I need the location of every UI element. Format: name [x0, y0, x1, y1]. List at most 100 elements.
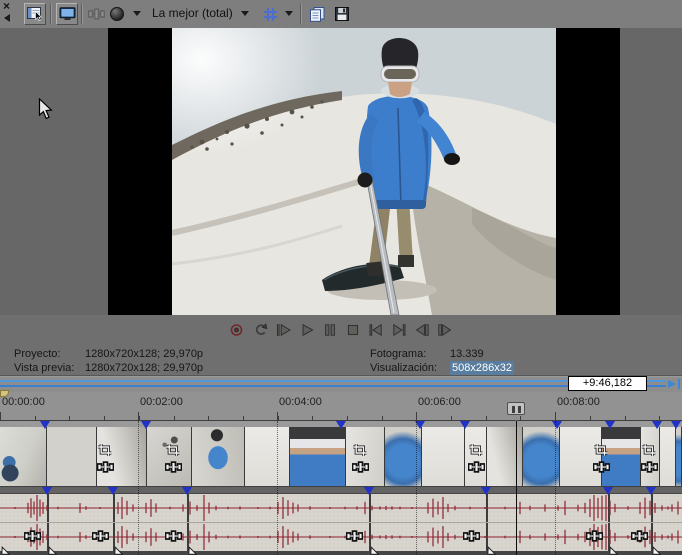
audio-event-fx[interactable] — [24, 529, 41, 547]
audio-event-fx[interactable] — [631, 529, 648, 547]
audio-event-fx[interactable] — [346, 529, 363, 547]
video-track[interactable] — [0, 421, 682, 486]
ruler-minor-tick — [520, 416, 521, 420]
save-snapshot-button[interactable] — [331, 3, 353, 25]
ruler-label: 00:08:00 — [557, 396, 600, 408]
media-marker-triangle-icon[interactable] — [364, 487, 374, 495]
preview-quality-label: La mejor (total) — [152, 6, 233, 20]
event-corner-fold-icon[interactable] — [609, 542, 618, 555]
stop-button[interactable] — [342, 318, 364, 342]
media-marker-triangle-icon[interactable] — [652, 421, 662, 429]
event-corner-fold-icon[interactable] — [1, 542, 10, 555]
grid-overlay-button[interactable] — [259, 3, 281, 25]
toolbar-separator — [81, 4, 83, 24]
media-marker-triangle-icon[interactable] — [646, 487, 656, 495]
track-view-button[interactable] — [24, 3, 46, 25]
split-screen-view-button[interactable] — [106, 3, 128, 25]
play-button[interactable] — [296, 318, 318, 342]
video-clip[interactable] — [422, 427, 465, 486]
timeline-gridline — [416, 421, 417, 555]
video-clip[interactable] — [487, 427, 523, 486]
event-fx-icon[interactable] — [24, 530, 41, 542]
event-fx-icon[interactable] — [352, 461, 369, 473]
preview-quality-dropdown[interactable]: La mejor (total) — [152, 6, 233, 20]
audio-event-fx[interactable] — [463, 529, 480, 547]
pan-crop-icon[interactable] — [593, 443, 609, 457]
event-fx-icon[interactable] — [165, 461, 182, 473]
event-fx-icon[interactable] — [593, 461, 610, 473]
media-marker-triangle-icon[interactable] — [460, 421, 470, 429]
event-corner-fold-icon[interactable] — [487, 542, 496, 555]
event-fx-icon[interactable] — [92, 530, 109, 542]
video-output-fx-button[interactable] — [85, 3, 107, 25]
event-corner-fold-icon[interactable] — [370, 542, 379, 555]
pan-crop-icon[interactable] — [97, 443, 113, 457]
event-fx-icon[interactable] — [346, 530, 363, 542]
audio-event-fx[interactable] — [165, 529, 182, 547]
scroll-right-arrow-icon[interactable] — [668, 380, 676, 388]
video-clip[interactable] — [192, 427, 245, 486]
close-icon[interactable]: × — [3, 0, 10, 12]
media-marker-triangle-icon[interactable] — [182, 487, 192, 495]
video-clip[interactable] — [245, 427, 290, 486]
external-monitor-button[interactable] — [56, 3, 78, 25]
split-screen-dropdown-arrow[interactable] — [133, 11, 141, 16]
media-marker-triangle-icon[interactable] — [605, 421, 615, 429]
playhead-line[interactable] — [516, 421, 517, 555]
loop-playback-button[interactable] — [250, 318, 272, 342]
media-marker-triangle-icon[interactable] — [603, 487, 613, 495]
previous-frame-button[interactable] — [411, 318, 433, 342]
go-to-end-button[interactable] — [388, 318, 410, 342]
video-clip[interactable] — [676, 427, 682, 486]
media-marker-triangle-icon[interactable] — [42, 487, 52, 495]
event-corner-fold-icon[interactable] — [114, 542, 123, 555]
video-clip[interactable] — [0, 427, 47, 486]
media-marker-triangle-icon[interactable] — [40, 421, 50, 429]
video-clip[interactable] — [290, 427, 346, 486]
collapse-icon[interactable] — [4, 14, 10, 22]
play-from-start-button[interactable] — [273, 318, 295, 342]
video-clip-controls — [165, 443, 183, 478]
event-corner-fold-icon[interactable] — [48, 542, 57, 555]
video-clip[interactable] — [47, 427, 97, 486]
next-frame-button[interactable] — [434, 318, 456, 342]
grid-overlay-dropdown-arrow[interactable] — [285, 11, 293, 16]
event-fx-icon[interactable] — [586, 530, 603, 542]
media-marker-triangle-icon[interactable] — [552, 421, 562, 429]
event-fx-icon[interactable] — [641, 461, 658, 473]
timeline-ruler[interactable]: 00:00:0000:02:0000:04:0000:06:0000:08:00 — [0, 392, 682, 421]
media-marker-triangle-icon[interactable] — [671, 421, 681, 429]
record-icon — [229, 323, 246, 337]
pan-crop-icon[interactable] — [165, 443, 181, 457]
audio-event-fx[interactable] — [92, 529, 109, 547]
event-fx-icon[interactable] — [468, 461, 485, 473]
media-marker-triangle-icon[interactable] — [108, 487, 118, 495]
preview-area — [0, 28, 682, 315]
event-fx-icon[interactable] — [165, 530, 182, 542]
media-marker-triangle-icon[interactable] — [141, 421, 151, 429]
event-corner-fold-icon[interactable] — [188, 542, 197, 555]
pan-crop-icon[interactable] — [468, 443, 484, 457]
record-button[interactable] — [227, 318, 249, 342]
copy-snapshot-button[interactable] — [306, 3, 328, 25]
preview-quality-dropdown-arrow[interactable] — [241, 11, 249, 16]
video-clip-controls — [593, 443, 611, 478]
media-marker-triangle-icon[interactable] — [336, 421, 346, 429]
event-fx-icon[interactable] — [97, 461, 114, 473]
timeline-scrollbar[interactable]: +9:46,182 — [0, 377, 682, 392]
audio-track[interactable] — [0, 493, 682, 555]
video-preview-frame[interactable] — [108, 28, 620, 315]
go-to-start-button[interactable] — [365, 318, 387, 342]
event-corner-fold-icon[interactable] — [652, 542, 661, 555]
event-fx-icon[interactable] — [463, 530, 480, 542]
pan-crop-icon[interactable] — [641, 443, 657, 457]
playhead-flag[interactable] — [507, 402, 525, 415]
pause-button[interactable] — [319, 318, 341, 342]
pan-crop-icon[interactable] — [352, 443, 368, 457]
scrollbar-line — [0, 380, 666, 382]
event-fx-icon[interactable] — [631, 530, 648, 542]
audio-event-fx[interactable] — [586, 529, 603, 547]
video-clip[interactable] — [660, 427, 676, 486]
ruler-minor-tick — [416, 416, 417, 420]
media-marker-triangle-icon[interactable] — [481, 487, 491, 495]
